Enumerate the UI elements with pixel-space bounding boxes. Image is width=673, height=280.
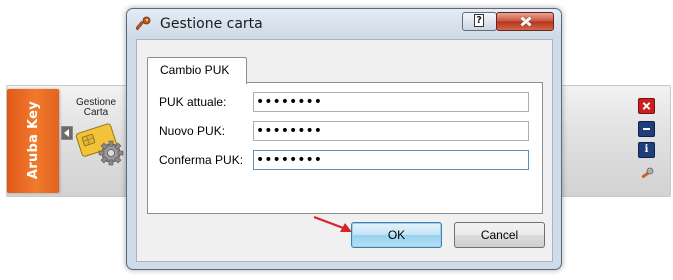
ok-button[interactable]: OK bbox=[351, 222, 442, 248]
help-button[interactable]: ? bbox=[462, 12, 497, 31]
gestione-carta-label: Gestione Carta bbox=[73, 98, 119, 118]
dialog-titlebar[interactable]: Gestione carta ? bbox=[127, 9, 561, 39]
red-arrow-icon bbox=[313, 215, 352, 232]
key-icon bbox=[136, 16, 151, 31]
tab-panel: PUK attuale: Nuovo PUK: Conferma PUK: bbox=[147, 82, 543, 214]
tools-icon[interactable] bbox=[639, 166, 655, 180]
nuovo-puk-input[interactable] bbox=[253, 121, 529, 141]
tab-cambio-puk-label: Cambio PUK bbox=[160, 63, 230, 77]
puk-attuale-label: PUK attuale: bbox=[159, 95, 227, 109]
tab-cambio-puk[interactable]: Cambio PUK bbox=[147, 57, 247, 84]
aruba-key-tab[interactable]: Aruba Key bbox=[7, 89, 59, 193]
dialog-title: Gestione carta bbox=[160, 16, 263, 32]
toolbar-close-icon[interactable] bbox=[638, 98, 655, 114]
puk-attuale-input[interactable] bbox=[253, 92, 529, 112]
cancel-button[interactable]: Cancel bbox=[454, 222, 545, 248]
toolbar-minimize-icon[interactable] bbox=[638, 121, 655, 137]
nuovo-puk-label: Nuovo PUK: bbox=[159, 124, 226, 138]
gestione-carta-label-line-2: Carta bbox=[83, 107, 109, 118]
conferma-puk-label: Conferma PUK: bbox=[159, 153, 244, 167]
collapse-left-icon[interactable] bbox=[61, 126, 73, 140]
toolbar-info-icon[interactable] bbox=[638, 142, 655, 158]
aruba-key-tab-label: Aruba Key bbox=[26, 100, 41, 180]
dialog-close-button[interactable] bbox=[496, 12, 554, 31]
conferma-puk-input[interactable] bbox=[253, 150, 529, 170]
smartcard-gear-icon[interactable] bbox=[75, 120, 127, 168]
help-icon: ? bbox=[474, 14, 484, 27]
